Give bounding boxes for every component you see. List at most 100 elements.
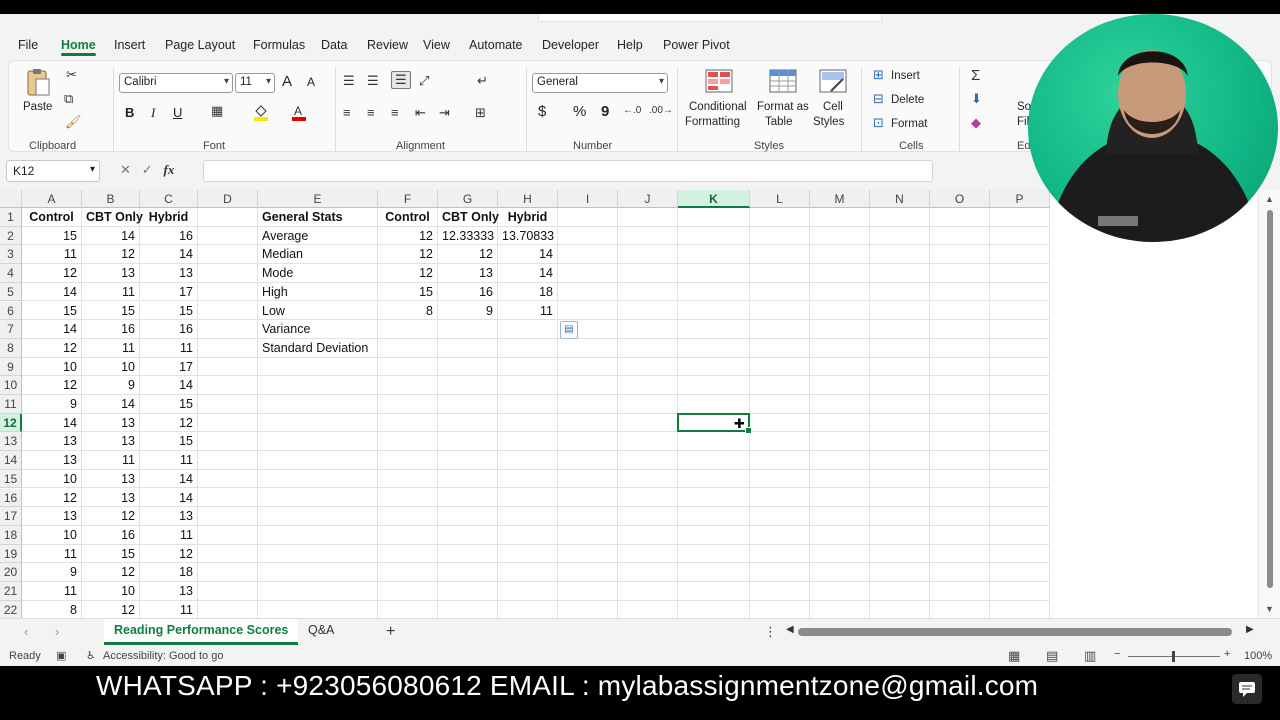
cell-e4[interactable]: Mode [258,264,378,283]
spreadsheet-grid[interactable]: ABCDEFGHIJKLMNOP 1 2 3 4 5 6 7 8 9 10 11 12 13 14 15 16… [0,190,1280,618]
cell-a8[interactable]: 12 [22,338,82,358]
cell-d1[interactable] [198,208,258,227]
cell-a15[interactable]: 10 [22,469,82,489]
cell-i11[interactable] [558,395,618,414]
accessibility-status[interactable]: Accessibility: Good to go [103,650,223,662]
zoom-out-icon[interactable]: − [1114,648,1120,660]
cell-i20[interactable] [558,563,618,582]
cell-k22[interactable] [678,600,750,618]
cell-d22[interactable] [198,600,258,618]
cell-h15[interactable] [498,469,558,489]
cell-g6[interactable]: 9 [438,301,498,321]
row-header-15[interactable]: 15 [0,469,22,489]
cell-p13[interactable] [990,432,1050,452]
cell-b21[interactable]: 10 [82,582,140,601]
cell-o1[interactable] [930,208,990,227]
format-as-table-button[interactable]: Format as [757,101,809,113]
cell-g3[interactable]: 12 [438,245,498,265]
row-header-12[interactable]: 12 [0,413,22,433]
cell-l9[interactable] [750,357,810,377]
cell-g20[interactable] [438,563,498,582]
cell-k5[interactable] [678,282,750,302]
cell-b1[interactable]: CBT Only [82,208,143,227]
conditional-formatting-icon[interactable] [705,69,733,93]
cell-n8[interactable] [870,338,930,358]
row-header-17[interactable]: 17 [0,507,22,526]
cell-j5[interactable] [618,282,678,302]
cell-a4[interactable]: 12 [22,264,82,283]
cell-m19[interactable] [810,544,870,564]
cell-f17[interactable] [378,507,438,526]
row-header-21[interactable]: 21 [0,582,22,601]
cell-i12[interactable] [558,413,618,433]
page-break-view-icon[interactable]: ▥ [1084,648,1096,664]
cell-k8[interactable] [678,338,750,358]
cell-f9[interactable] [378,357,438,377]
cell-a19[interactable]: 11 [22,544,82,564]
conditional-formatting-button[interactable]: Conditional [689,101,747,113]
cell-b19[interactable]: 15 [82,544,140,564]
cell-f3[interactable]: 12 [378,245,438,265]
cell-m9[interactable] [810,357,870,377]
increase-indent-icon[interactable]: ⇥ [439,105,450,121]
cell-m21[interactable] [810,582,870,601]
cell-h21[interactable] [498,582,558,601]
cell-l19[interactable] [750,544,810,564]
page-layout-view-icon[interactable]: ▤ [1046,648,1058,664]
cell-g22[interactable] [438,600,498,618]
cell-p11[interactable] [990,395,1050,414]
cell-o4[interactable] [930,264,990,283]
decrease-font-icon[interactable]: A [307,75,315,89]
cell-n4[interactable] [870,264,930,283]
row-header-22[interactable]: 22 [0,600,22,618]
cell-f13[interactable] [378,432,438,452]
cell-d16[interactable] [198,488,258,508]
cell-o22[interactable] [930,600,990,618]
cell-g8[interactable] [438,338,498,358]
tab-formulas[interactable]: Formulas [253,38,305,52]
cell-p4[interactable] [990,264,1050,283]
cell-d18[interactable] [198,525,258,545]
cell-f4[interactable]: 12 [378,264,438,283]
cell-o10[interactable] [930,376,990,395]
cell-h6[interactable]: 11 [498,301,558,321]
scroll-thumb[interactable] [1267,210,1273,588]
cell-a9[interactable]: 10 [22,357,82,377]
chat-icon[interactable] [1232,674,1262,704]
cell-c7[interactable]: 16 [140,320,198,339]
cell-c6[interactable]: 15 [140,301,198,321]
cell-e21[interactable] [258,582,378,601]
cell-f5[interactable]: 15 [378,282,438,302]
cell-k2[interactable] [678,226,750,246]
insert-cells-button[interactable]: Insert [891,70,920,82]
cell-g7[interactable] [438,320,498,339]
format-painter-icon[interactable]: 🖌 [65,114,82,130]
column-header-l[interactable]: L [750,190,810,208]
cell-l22[interactable] [750,600,810,618]
cell-j11[interactable] [618,395,678,414]
underline-button[interactable]: U [173,105,182,120]
cell-a3[interactable]: 11 [22,245,82,265]
column-header-p[interactable]: P [990,190,1050,208]
cell-e12[interactable] [258,413,378,433]
cell-e5[interactable]: High [258,282,378,302]
cell-g19[interactable] [438,544,498,564]
row-header-5[interactable]: 5 [0,282,22,302]
currency-icon[interactable]: $ [538,103,546,120]
cell-m6[interactable] [810,301,870,321]
cell-n2[interactable] [870,226,930,246]
cell-j9[interactable] [618,357,678,377]
row-header-13[interactable]: 13 [0,432,22,452]
cell-o13[interactable] [930,432,990,452]
cell-o21[interactable] [930,582,990,601]
cell-b18[interactable]: 16 [82,525,140,545]
cell-d11[interactable] [198,395,258,414]
cell-e7[interactable]: Variance [258,320,378,339]
cell-o9[interactable] [930,357,990,377]
cell-b2[interactable]: 14 [82,226,140,246]
cell-l6[interactable] [750,301,810,321]
cell-n15[interactable] [870,469,930,489]
increase-decimal-icon[interactable]: ←.0 [623,105,641,116]
cell-p22[interactable] [990,600,1050,618]
cell-c22[interactable]: 11 [140,600,198,618]
